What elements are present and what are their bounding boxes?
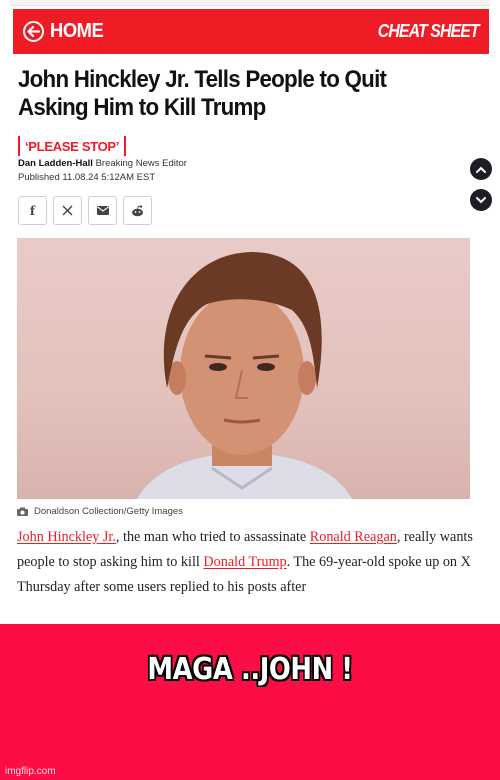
link-john-hinckley[interactable]: John Hinckley Jr. <box>17 529 116 545</box>
meme-caption: MAGA ..JOHN ! <box>147 652 353 687</box>
x-icon <box>62 205 73 216</box>
browser-top-strip <box>10 0 490 6</box>
imgflip-watermark: imgflip.com <box>5 766 56 777</box>
article-headline: John Hinckley Jr. Tells People to Quit A… <box>18 66 387 121</box>
share-email-button[interactable] <box>88 196 117 225</box>
facebook-icon: f <box>29 203 36 218</box>
share-facebook-button[interactable]: f <box>18 196 47 225</box>
publish-date: Published 11.08.24 5:12AM EST <box>18 172 155 183</box>
photo-credit: Donaldson Collection/Getty Images <box>34 506 183 517</box>
photo-caption: Donaldson Collection/Getty Images <box>17 506 183 517</box>
share-x-button[interactable] <box>53 196 82 225</box>
site-logo[interactable]: CHEAT SHEET <box>378 21 480 42</box>
published-date: 11.08.24 5:12AM EST <box>62 172 156 183</box>
author-name[interactable]: Dan Ladden-Hall <box>18 158 93 169</box>
link-ronald-reagan[interactable]: Ronald Reagan <box>310 529 397 545</box>
chevron-up-icon <box>476 166 486 173</box>
article-photo <box>17 238 470 499</box>
chevron-down-icon <box>476 196 486 203</box>
home-label: HOME <box>50 20 104 42</box>
scroll-up-button[interactable] <box>470 158 492 180</box>
scroll-down-button[interactable] <box>470 189 492 211</box>
mail-icon <box>96 206 109 215</box>
link-donald-trump[interactable]: Donald Trump <box>203 554 286 570</box>
body-text-1: , the man who tried to assassinate <box>115 529 310 545</box>
camera-icon <box>17 507 28 516</box>
published-label: Published <box>18 172 60 183</box>
share-reddit-button[interactable] <box>123 196 152 225</box>
reddit-icon <box>132 204 143 216</box>
meme-caption-panel: MAGA ..JOHN ! imgflip.com <box>0 624 500 780</box>
site-header: HOME CHEAT SHEET <box>13 9 489 54</box>
kicker-label: ‘PLEASE STOP’ <box>25 138 120 154</box>
author-role: Breaking News Editor <box>95 158 187 169</box>
article-body: John Hinckley Jr., the man who tried to … <box>17 525 487 600</box>
home-button[interactable]: HOME <box>23 20 108 43</box>
byline: Dan Ladden-Hall Breaking News Editor <box>18 158 187 169</box>
article-kicker: ‘PLEASE STOP’ <box>18 136 127 156</box>
back-arrow-icon <box>23 21 44 42</box>
portrait-illustration <box>137 252 352 499</box>
